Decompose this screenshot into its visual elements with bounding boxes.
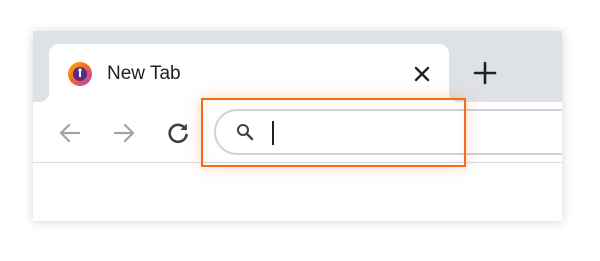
arrow-left-icon[interactable] xyxy=(57,120,83,146)
tab-strip: New Tab xyxy=(33,31,562,102)
tab-title: New Tab xyxy=(107,63,181,84)
tab-new-tab[interactable]: New Tab xyxy=(39,44,459,102)
close-icon[interactable] xyxy=(412,64,432,84)
page: New Tab xyxy=(0,0,600,261)
plus-icon[interactable] xyxy=(473,61,497,85)
address-bar-highlight xyxy=(201,98,466,167)
reload-icon[interactable] xyxy=(165,120,191,146)
browser-logo-icon xyxy=(67,61,93,87)
arrow-right-icon[interactable] xyxy=(111,120,137,146)
